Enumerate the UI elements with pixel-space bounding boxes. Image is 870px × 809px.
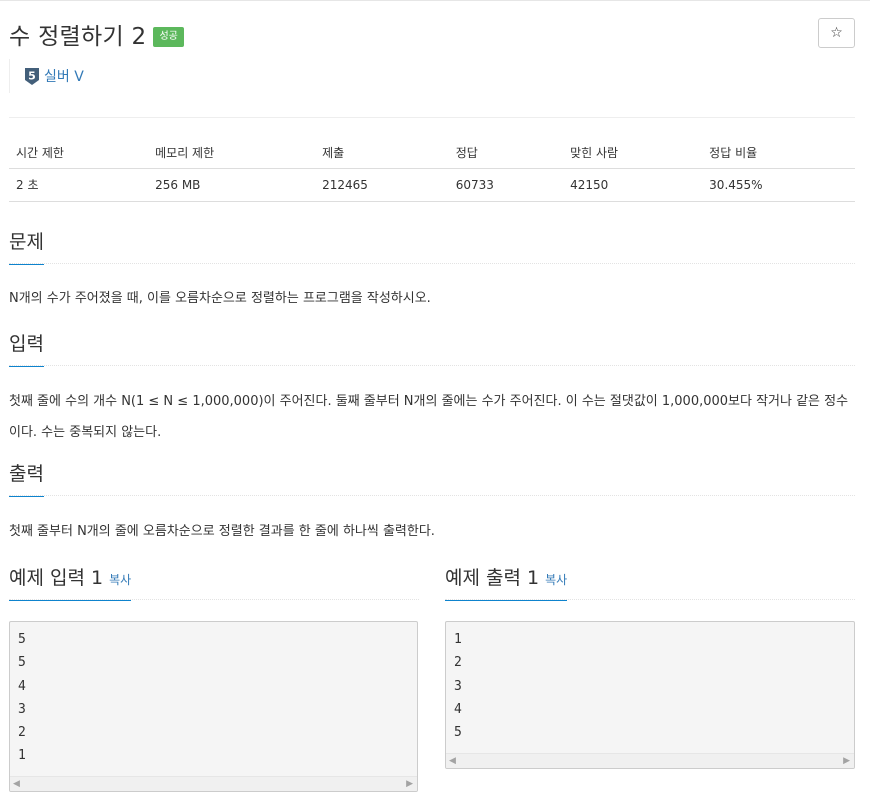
sample-output-header: 예제 출력 1 복사: [445, 566, 855, 601]
table-row: 2 초 256 MB 212465 60733 42150 30.455%: [9, 168, 855, 202]
sample-input-header: 예제 입력 1 복사: [9, 566, 419, 601]
divider: [9, 117, 855, 118]
sample-input-heading: 예제 입력 1 복사: [9, 567, 132, 601]
title-row: 수 정렬하기 2 성공: [9, 17, 184, 51]
scroll-left-icon[interactable]: ◀: [449, 756, 456, 766]
sample-output-line: 5: [454, 725, 462, 741]
sample-input-line: 5: [18, 632, 26, 647]
header-accept-ratio: 정답 비율: [702, 138, 855, 169]
header-submissions: 제출: [315, 138, 449, 169]
scroll-left-icon[interactable]: ◀: [13, 779, 20, 789]
output-section-header: 출력: [9, 462, 855, 497]
scroll-right-icon[interactable]: ▶: [843, 756, 850, 766]
sample-output-lines: 1 2 3 4 5: [446, 622, 854, 744]
star-icon: ☆: [830, 25, 843, 41]
cell-accept-ratio: 30.455%: [702, 168, 855, 202]
tier-row: 5 실버 V: [9, 59, 84, 93]
header-accepted: 정답: [448, 138, 564, 169]
problem-section-header: 문제: [9, 230, 855, 265]
input-description: 첫째 줄에 수의 개수 N(1 ≤ N ≤ 1,000,000)이 주어진다. …: [9, 394, 849, 440]
tier-icon: 5: [25, 67, 39, 85]
sample-input-line: 3: [18, 701, 26, 717]
tier-number: 5: [28, 69, 36, 82]
copy-input-link[interactable]: 복사: [109, 573, 131, 587]
sample-input-lines: 5 5 4 3 2 1: [10, 622, 417, 768]
output-description: 첫째 줄부터 N개의 줄에 오름차순으로 정렬한 결과를 한 줄에 하나씩 출력…: [9, 524, 435, 539]
cell-solved-users[interactable]: 42150: [563, 168, 703, 202]
header-solved-users: 맞힌 사람: [563, 138, 703, 169]
horizontal-scrollbar[interactable]: ◀ ▶: [446, 753, 854, 768]
input-section-header: 입력: [9, 332, 855, 367]
header-memory-limit: 메모리 제한: [148, 138, 316, 169]
problem-info-table: 시간 제한 메모리 제한 제출 정답 맞힌 사람 정답 비율 2 초 256 M…: [9, 138, 855, 202]
sample-input-line: 2: [18, 725, 26, 741]
cell-accepted[interactable]: 60733: [448, 168, 564, 202]
sample-output-title: 예제 출력 1: [445, 567, 540, 589]
input-heading: 입력: [9, 333, 44, 367]
horizontal-scrollbar[interactable]: ◀ ▶: [10, 776, 417, 791]
sample-output-heading: 예제 출력 1 복사: [445, 567, 568, 601]
sample-input-line: 1: [18, 748, 26, 764]
cell-submissions[interactable]: 212465: [315, 168, 449, 202]
sample-output-line: 4: [454, 701, 462, 717]
sample-input-line: 5: [18, 655, 26, 671]
sample-input-title: 예제 입력 1: [9, 567, 104, 589]
page-title: 수 정렬하기 2: [9, 24, 147, 50]
cell-time-limit: 2 초: [9, 168, 149, 202]
sample-output-line: 1: [454, 632, 462, 647]
copy-output-link[interactable]: 복사: [545, 573, 567, 587]
output-heading: 출력: [9, 463, 44, 497]
sample-input-box[interactable]: 5 5 4 3 2 1 ◀ ▶: [9, 621, 418, 792]
cell-memory-limit: 256 MB: [148, 168, 316, 202]
table-header-row: 시간 제한 메모리 제한 제출 정답 맞힌 사람 정답 비율: [9, 138, 855, 169]
tier-link[interactable]: 실버 V: [44, 66, 84, 86]
problem-heading: 문제: [9, 231, 44, 265]
sample-output-box[interactable]: 1 2 3 4 5 ◀ ▶: [445, 621, 855, 769]
star-button[interactable]: ☆: [818, 18, 855, 48]
status-badge: 성공: [153, 27, 184, 47]
sample-output-line: 2: [454, 655, 462, 671]
scroll-right-icon[interactable]: ▶: [406, 779, 413, 789]
problem-description: N개의 수가 주어졌을 때, 이를 오름차순으로 정렬하는 프로그램을 작성하시…: [9, 291, 431, 306]
header-time-limit: 시간 제한: [9, 138, 149, 169]
sample-input-line: 4: [18, 678, 26, 694]
sample-output-line: 3: [454, 678, 462, 694]
